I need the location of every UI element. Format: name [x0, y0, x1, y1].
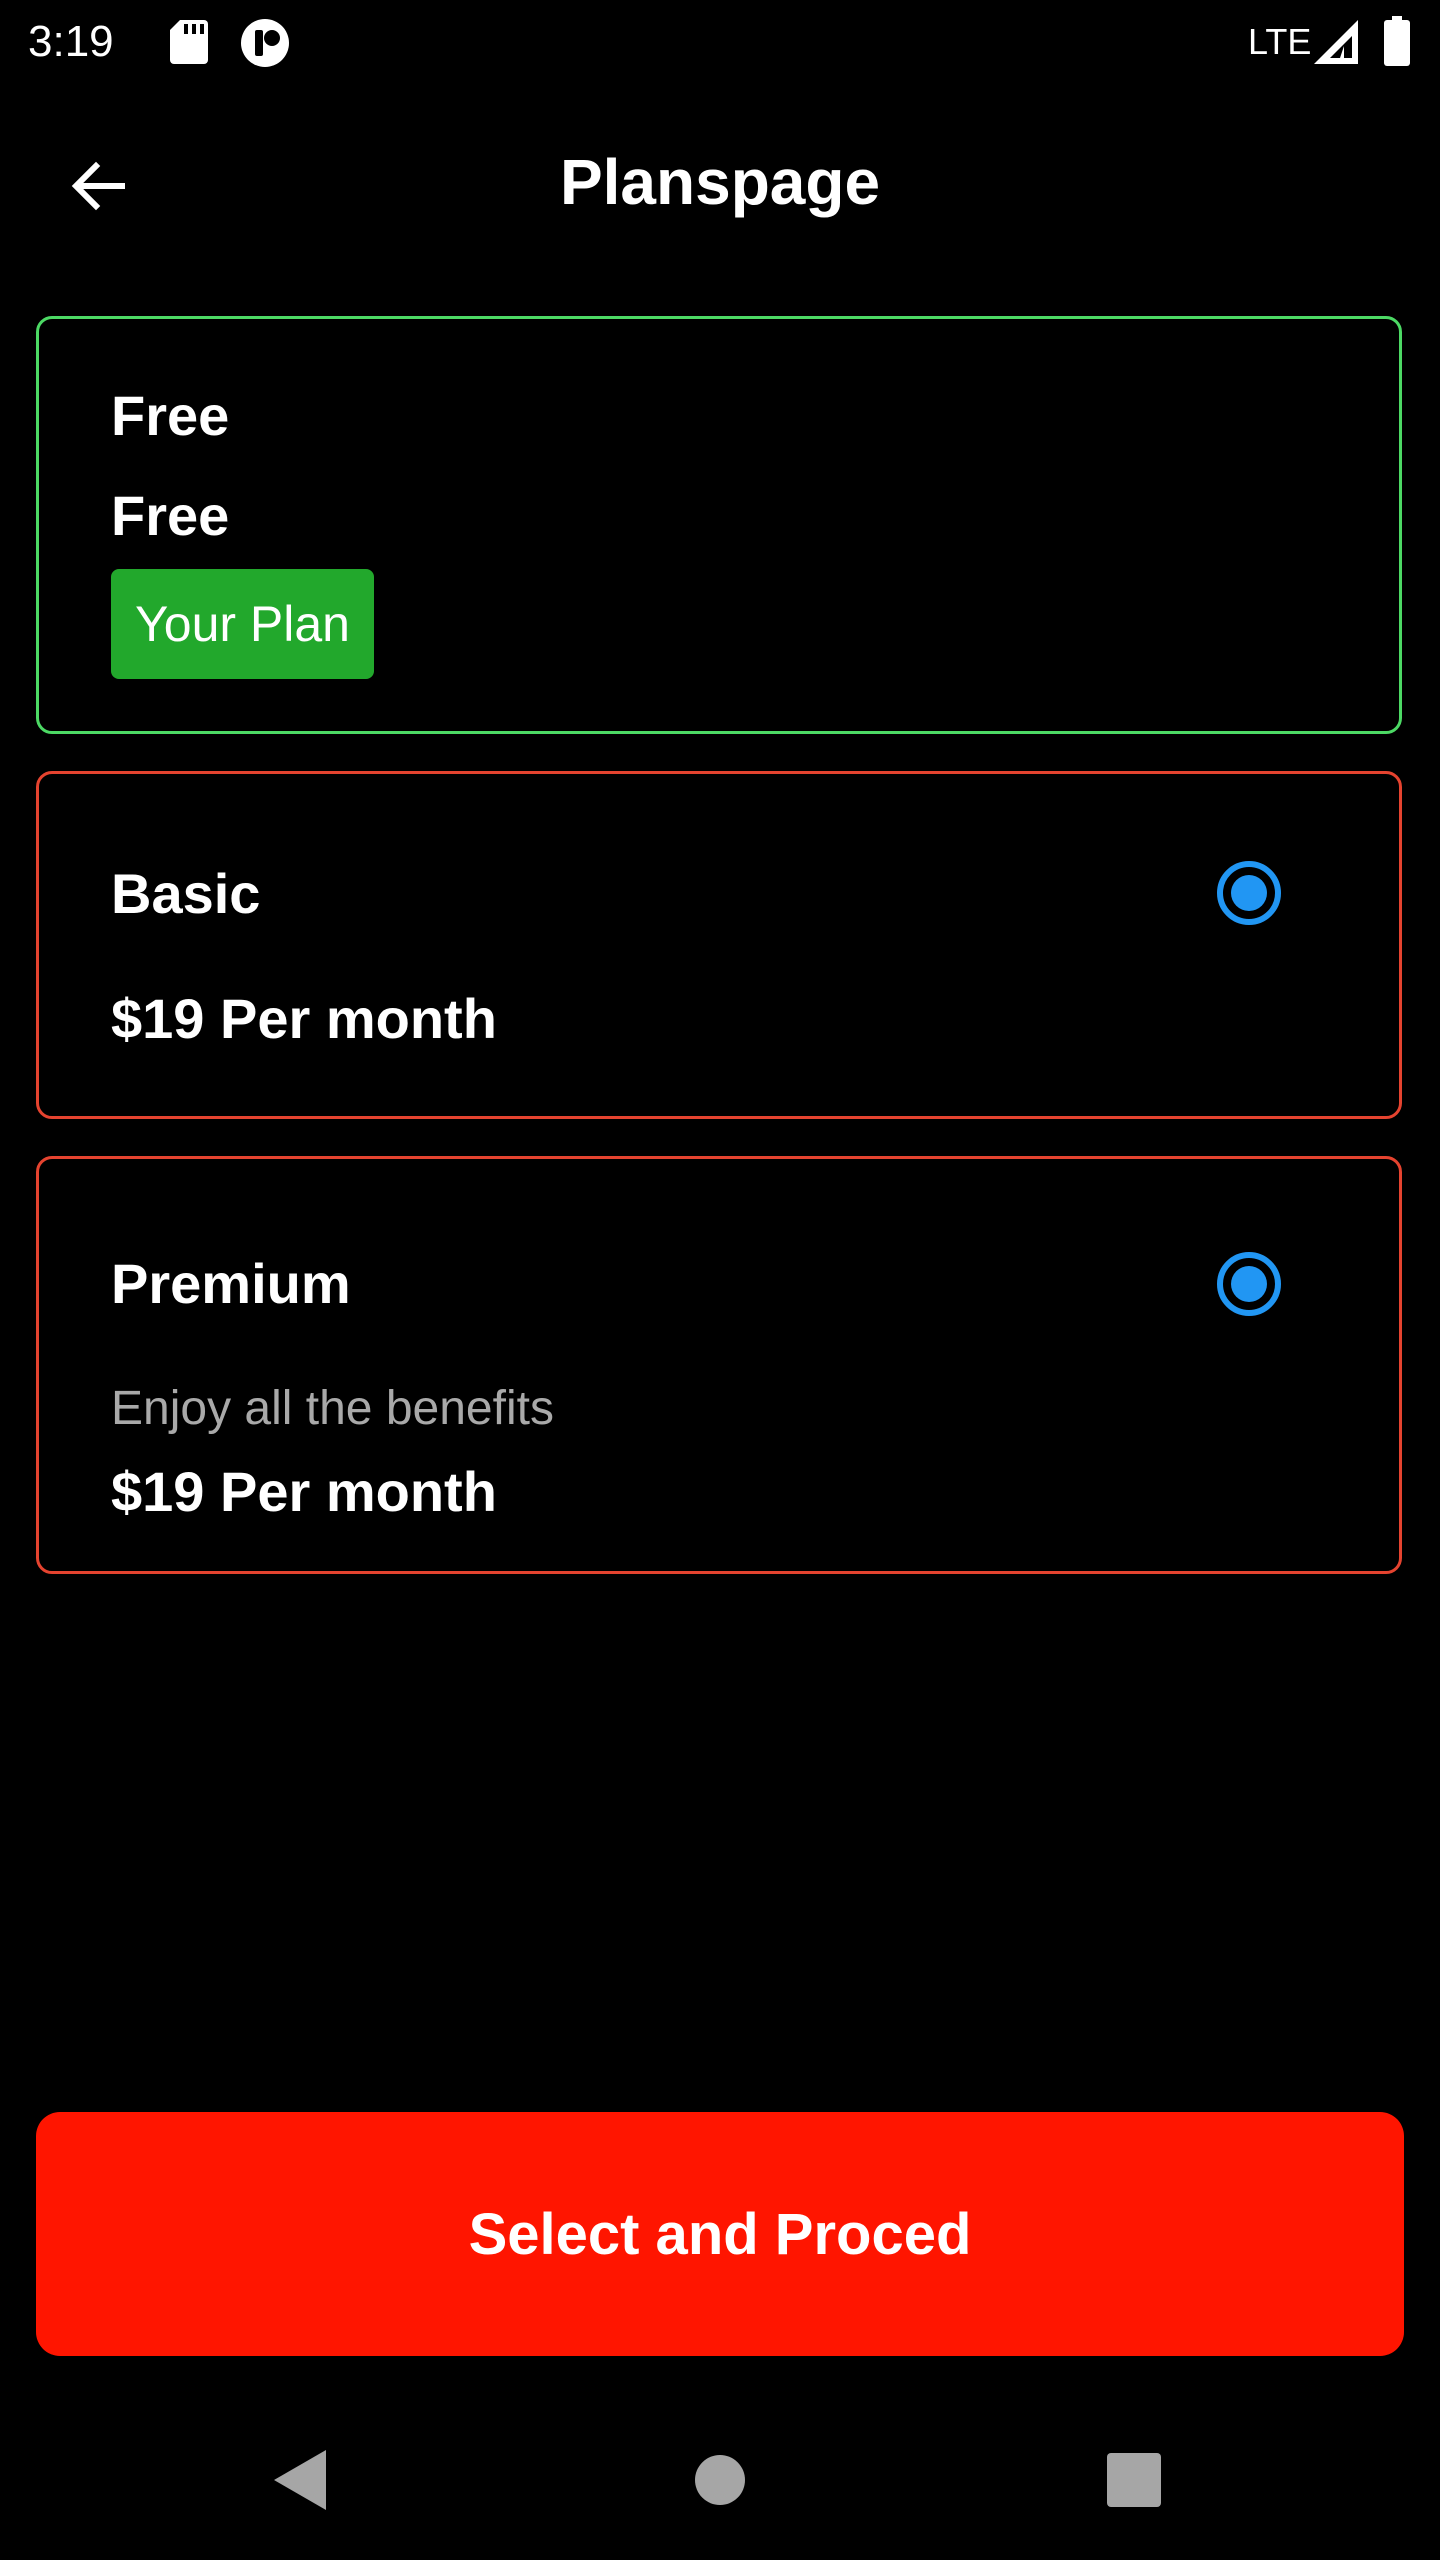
plan-price: Free: [111, 484, 230, 547]
select-and-proceed-button[interactable]: Select and Proced: [36, 2112, 1404, 2356]
plan-card-premium[interactable]: Premium Enjoy all the benefits $19 Per m…: [36, 1156, 1402, 1574]
plan-price: $19 Per month: [111, 1460, 497, 1523]
signal-icon: [1314, 20, 1358, 64]
back-triangle-icon: [274, 2450, 326, 2510]
nav-home-button[interactable]: [672, 2432, 768, 2528]
plan-name: Premium: [111, 1252, 351, 1315]
system-nav-bar: [0, 2392, 1440, 2560]
radio-selected-dot: [1231, 1266, 1267, 1302]
plan-card-free: Free Free Your Plan: [36, 316, 1402, 734]
plan-description: Enjoy all the benefits: [111, 1382, 554, 1435]
network-type-label: LTE: [1248, 21, 1312, 62]
recents-square-icon: [1107, 2453, 1161, 2507]
sd-card-icon: [170, 20, 208, 64]
app-notification-icon: [241, 19, 289, 67]
nav-recents-button[interactable]: [1086, 2432, 1182, 2528]
plan-name: Free: [111, 384, 230, 447]
plan-radio-basic[interactable]: [1217, 861, 1281, 925]
page-title: Planspage: [559, 146, 881, 218]
nav-back-button[interactable]: [252, 2432, 348, 2528]
plan-name: Basic: [111, 862, 261, 925]
radio-selected-dot: [1231, 875, 1267, 911]
status-time: 3:19: [28, 17, 114, 66]
current-plan-badge: Your Plan: [111, 569, 374, 679]
status-bar: 3:19 LTE: [0, 0, 1440, 84]
plan-price: $19 Per month: [111, 987, 497, 1050]
plan-radio-premium[interactable]: [1217, 1252, 1281, 1316]
app-bar: Planspage: [0, 84, 1440, 280]
home-circle-icon: [695, 2455, 745, 2505]
battery-icon: [1384, 16, 1410, 66]
plan-card-basic[interactable]: Basic $19 Per month: [36, 771, 1402, 1119]
